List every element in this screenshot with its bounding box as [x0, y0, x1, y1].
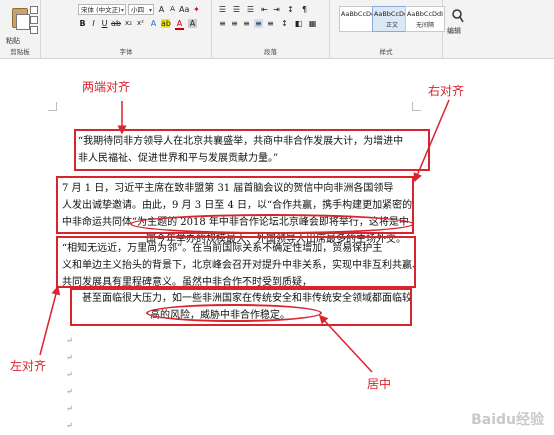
arrow-right [413, 99, 450, 183]
label-left: 左对齐 [10, 359, 47, 373]
arrow-left [39, 285, 61, 356]
baidu-watermark: Baidu经验 [471, 409, 544, 429]
label-justify: 两端对齐 [82, 80, 131, 94]
arrow-center [318, 314, 373, 373]
watermark-text: Baidu经验 [471, 412, 544, 428]
annotation-arrows [39, 99, 450, 373]
label-right: 右对齐 [428, 84, 465, 98]
label-center: 居中 [367, 377, 392, 391]
